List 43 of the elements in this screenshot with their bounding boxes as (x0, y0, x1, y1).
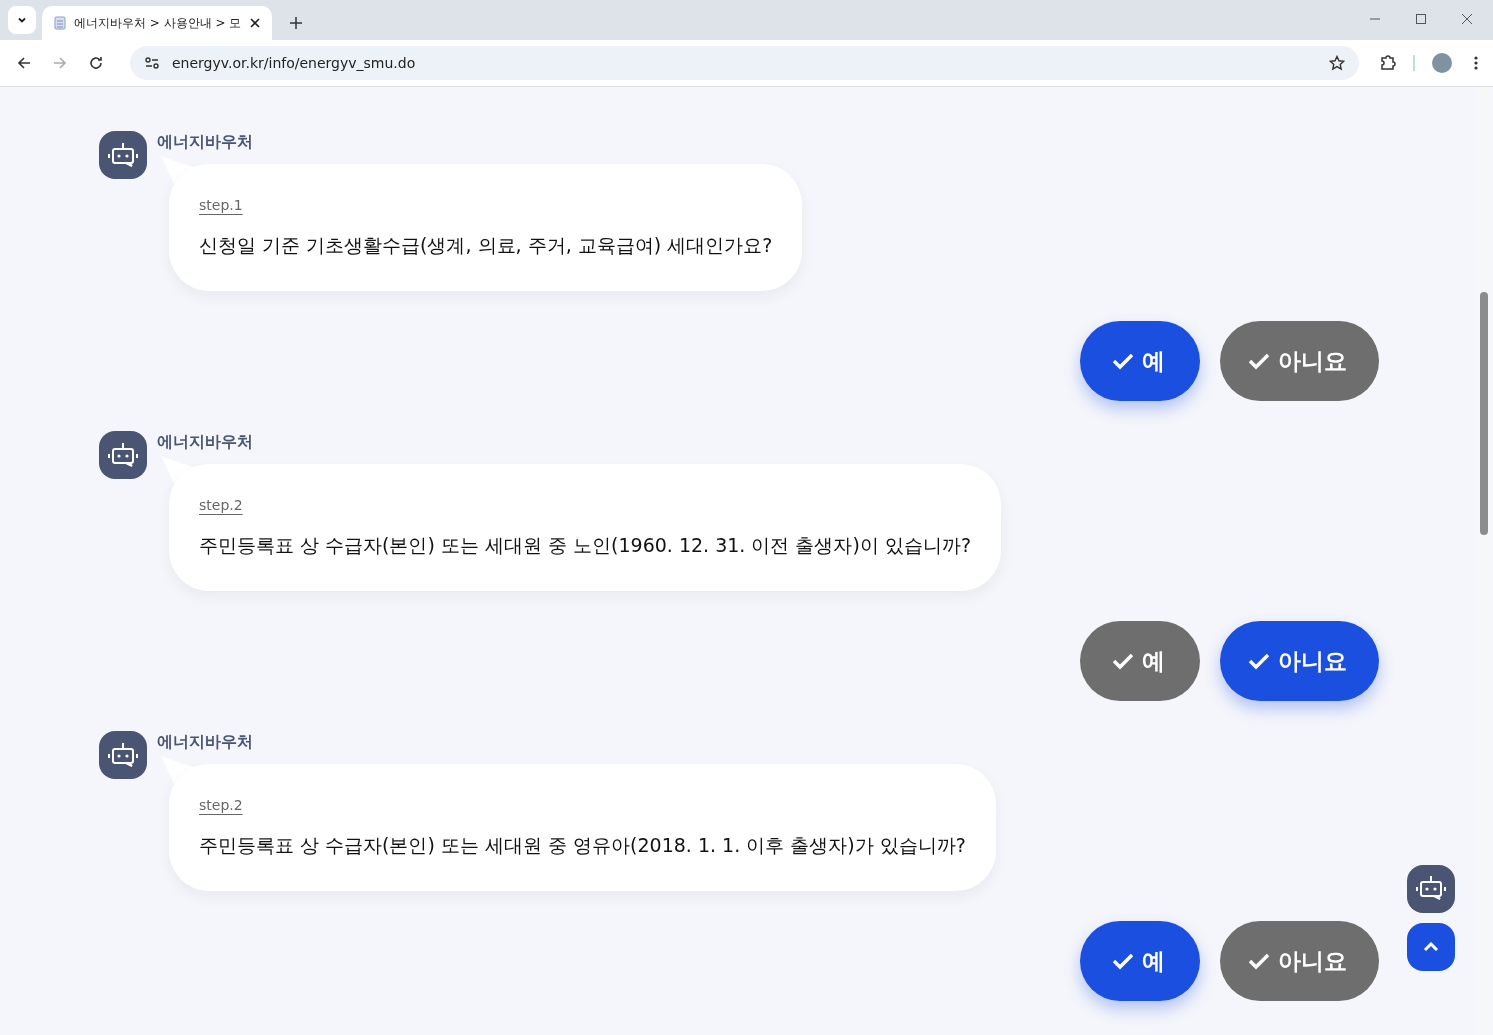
chatbot-avatar-icon (99, 731, 147, 779)
answer-button[interactable]: 아니요 (1220, 921, 1379, 1001)
checkmark-icon (1111, 652, 1134, 670)
checkmark-icon (1248, 652, 1270, 670)
checkmark-icon (1111, 352, 1134, 370)
checkmark-icon (1111, 952, 1134, 970)
answer-button[interactable]: 예 (1080, 321, 1200, 401)
reload-icon[interactable] (88, 55, 104, 71)
maximize-icon[interactable] (1415, 13, 1427, 25)
checkmark-icon (1248, 952, 1270, 970)
close-icon[interactable] (250, 18, 260, 28)
browser-tab[interactable]: 에너지바우처 > 사용안내 > 모 (42, 6, 272, 40)
bookmark-star-icon[interactable] (1329, 55, 1345, 71)
chatbot-button[interactable] (1407, 865, 1455, 913)
answer-button[interactable]: 아니요 (1220, 321, 1379, 401)
step-label: step.2 (199, 496, 243, 514)
question-text: 주민등록표 상 수급자(본인) 또는 세대원 중 영유아(2018. 1. 1. 이후 출생자)가 있습니까? (199, 833, 966, 858)
puzzle-icon[interactable] (1379, 54, 1397, 72)
bot-name: 에너지바우처 (157, 732, 253, 752)
answer-button[interactable]: 아니요 (1220, 621, 1379, 701)
answer-button[interactable]: 예 (1080, 621, 1200, 701)
bot-name: 에너지바우처 (157, 432, 253, 452)
scroll-top-button[interactable] (1407, 923, 1455, 971)
chatbot-avatar-icon (99, 131, 147, 179)
address-bar[interactable]: energyv.or.kr/info/energyv_smu.do (130, 46, 1359, 80)
question-text: 주민등록표 상 수급자(본인) 또는 세대원 중 노인(1960. 12. 31. 이전 출생자)이 있습니까? (199, 533, 971, 558)
new-tab-icon[interactable] (290, 17, 302, 29)
answer-button[interactable]: 예 (1080, 921, 1200, 1001)
more-icon[interactable] (1473, 55, 1479, 71)
site-settings-icon[interactable] (144, 56, 160, 70)
url-text: energyv.or.kr/info/energyv_smu.do (172, 55, 417, 71)
chevron-up-icon (1423, 942, 1439, 952)
chatbot-avatar-icon (99, 431, 147, 479)
bot-name: 에너지바우처 (157, 132, 253, 152)
step-label: step.2 (199, 796, 243, 814)
back-icon[interactable] (16, 55, 32, 71)
chatbot-icon (1416, 875, 1446, 903)
tab-title: 에너지바우처 > 사용안내 > 모 (74, 14, 242, 32)
question-text: 신청일 기준 기초생활수급(생계, 의료, 주거, 교육급여) 세대인가요? (199, 233, 773, 258)
step-label: step.1 (199, 196, 243, 214)
checkmark-icon (1248, 352, 1270, 370)
document-icon (54, 16, 66, 30)
profile-avatar-icon[interactable] (1431, 52, 1453, 74)
